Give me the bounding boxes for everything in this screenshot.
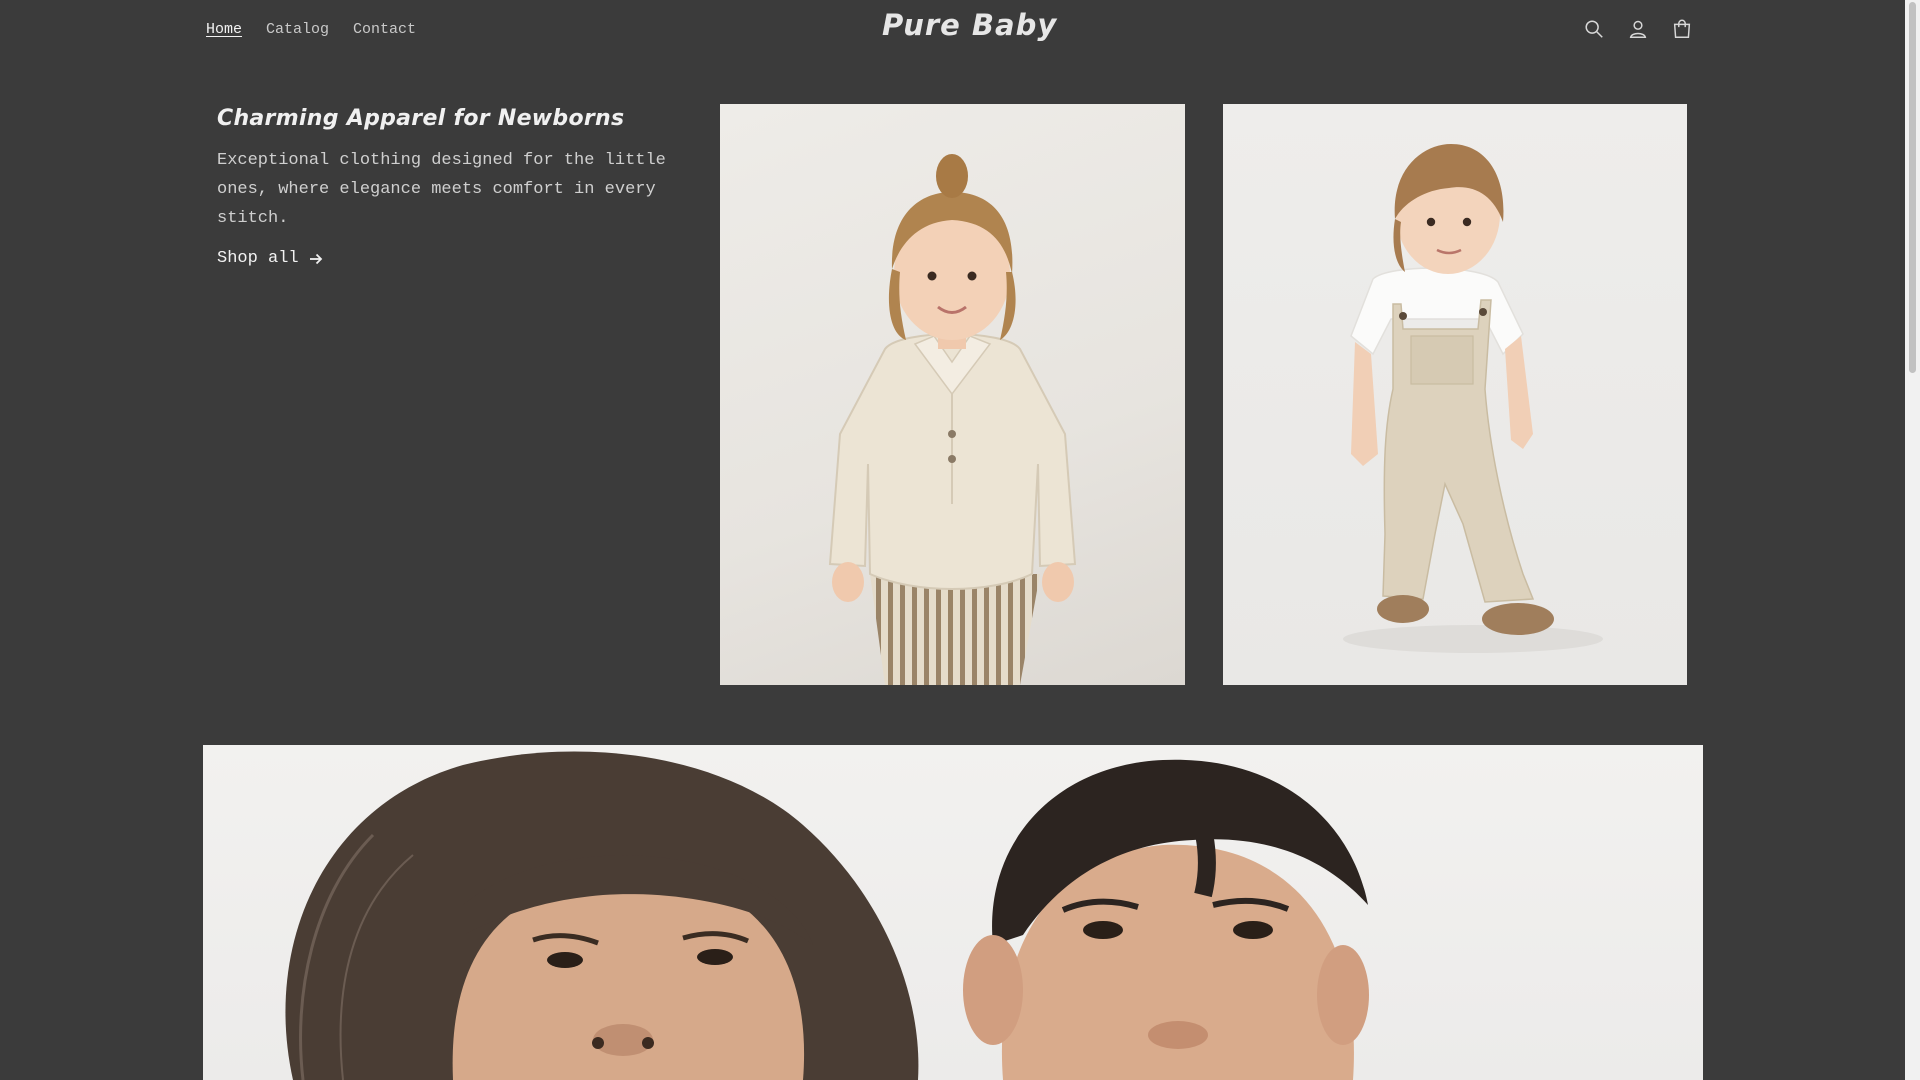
arrow-right-icon <box>309 253 322 264</box>
hero-title: Charming Apparel for Newborns <box>217 106 625 131</box>
nav-catalog[interactable]: Catalog <box>254 19 341 41</box>
site-logo[interactable]: Pure Baby <box>882 8 1057 42</box>
shop-all-link[interactable]: Shop all <box>217 249 323 268</box>
account-icon <box>1629 20 1647 38</box>
hero-description: Exceptional clothing designed for the li… <box>217 151 666 228</box>
nav-home[interactable]: Home <box>194 19 254 41</box>
main-nav: Home Catalog Contact <box>194 19 428 41</box>
header-actions <box>1580 15 1696 43</box>
page-scrollbar-thumb[interactable] <box>1909 2 1916 373</box>
cart-button[interactable] <box>1668 15 1696 43</box>
account-button[interactable] <box>1624 15 1652 43</box>
search-button[interactable] <box>1580 15 1608 43</box>
product-photo-shirt[interactable] <box>720 104 1185 685</box>
shop-all-label: Shop all <box>217 249 299 268</box>
cart-icon <box>1673 19 1691 38</box>
children-portrait-illustration <box>285 751 1369 1080</box>
child-overalls-illustration <box>1343 144 1603 653</box>
hero-text: Charming Apparel for Newborns Exceptiona… <box>217 104 687 268</box>
site-header: Home Catalog Contact Pure Baby <box>0 0 1905 60</box>
nav-contact[interactable]: Contact <box>341 19 428 41</box>
search-icon <box>1585 20 1603 38</box>
banner-photo-children <box>203 745 1703 1080</box>
child-shirt-illustration <box>828 154 1077 685</box>
product-photo-overalls[interactable] <box>1223 104 1687 685</box>
